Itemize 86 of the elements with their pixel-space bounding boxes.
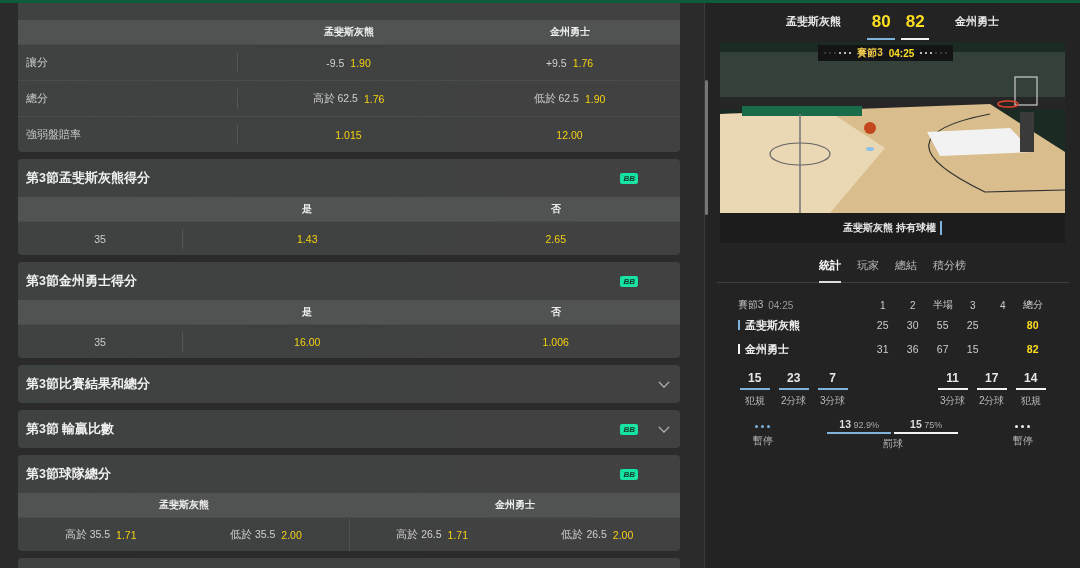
odds-cell[interactable]: 高於 62.5 1.76 bbox=[238, 81, 459, 116]
period-time: 04:25 bbox=[768, 299, 794, 311]
score-cell: 25 bbox=[966, 319, 979, 331]
stat-value: 23 bbox=[778, 371, 809, 390]
odds-cell[interactable]: -9.5 1.90 bbox=[238, 45, 459, 80]
stat-value: 7 bbox=[817, 371, 848, 390]
odds-cell[interactable]: 1.006 bbox=[431, 325, 680, 358]
stats-tab[interactable]: 玩家 bbox=[857, 255, 880, 283]
stat-label: 3分球 bbox=[939, 394, 966, 408]
odds-cell[interactable]: 2.65 bbox=[431, 222, 680, 255]
market-title[interactable]: 第3節比賽結果和總分 bbox=[26, 375, 150, 393]
column-header: 孟斐斯灰熊 bbox=[157, 498, 210, 512]
column-header: 半場 bbox=[931, 298, 954, 312]
stat-label: 犯規 bbox=[744, 394, 765, 408]
stat-label: 2分球 bbox=[780, 394, 807, 408]
stat-value: 15 bbox=[739, 371, 770, 390]
free-throw-stat: 13 92.9% bbox=[827, 418, 892, 434]
stat-label: 2分球 bbox=[978, 394, 1005, 408]
timeout-label: 暫停 bbox=[752, 434, 773, 448]
possession-text: 孟斐斯灰熊 持有球權 bbox=[843, 221, 937, 235]
odds-cell[interactable]: 1.015 bbox=[238, 117, 459, 152]
bet-builder-badge: BB bbox=[620, 275, 638, 287]
game-clock: 賽節3 04:25 bbox=[818, 45, 954, 61]
score-cell: 67 bbox=[936, 343, 949, 355]
score-cell: 25 bbox=[876, 319, 889, 331]
column-header: 金州勇士 bbox=[493, 498, 536, 512]
scrollbar[interactable] bbox=[705, 80, 708, 215]
odds-cell[interactable]: 低於 62.5 1.90 bbox=[459, 81, 680, 116]
odds-cell[interactable]: 低於 26.5 2.00 bbox=[514, 518, 680, 551]
team-score: 80 bbox=[867, 2, 896, 40]
stats-tab[interactable]: 積分榜 bbox=[933, 255, 967, 283]
column-header: 總分 bbox=[1021, 298, 1044, 312]
stat-label: 3分球 bbox=[819, 394, 846, 408]
row-label: 35 bbox=[94, 335, 106, 348]
row-label: 讓分 bbox=[26, 55, 48, 70]
score-cell: 36 bbox=[906, 343, 919, 355]
stat-label: 犯規 bbox=[1020, 394, 1041, 408]
row-label: 總分 bbox=[26, 91, 48, 106]
column-header: 3 bbox=[968, 299, 977, 311]
row-label: 35 bbox=[94, 232, 106, 245]
team-name: 孟斐斯灰熊 bbox=[744, 317, 800, 333]
team-name: 金州勇士 bbox=[955, 13, 1000, 29]
column-header: 4 bbox=[998, 299, 1007, 311]
score-cell: 80 bbox=[1026, 319, 1039, 331]
team-name: 金州勇士 bbox=[744, 341, 789, 357]
team-name: 孟斐斯灰熊 bbox=[786, 13, 842, 29]
score-cell: 15 bbox=[966, 343, 979, 355]
stat-value: 17 bbox=[976, 371, 1007, 390]
market-title[interactable]: 第3節球隊總分 bbox=[26, 465, 111, 483]
score-cell: 30 bbox=[906, 319, 919, 331]
odds-cell[interactable]: 12.00 bbox=[459, 117, 680, 152]
chevron-down-icon[interactable] bbox=[658, 380, 670, 388]
odds-cell[interactable]: 16.00 bbox=[183, 325, 432, 358]
row-label: 強弱盤賠率 bbox=[26, 127, 81, 142]
column-header: 2 bbox=[908, 299, 917, 311]
odds-cell[interactable]: +9.5 1.76 bbox=[459, 45, 680, 80]
column-header: 否 bbox=[549, 305, 562, 319]
market-title[interactable]: 第3節 輸贏比數 bbox=[26, 420, 115, 438]
market-title[interactable]: 第3節孟斐斯灰熊得分 bbox=[26, 169, 150, 187]
odds-cell[interactable]: 1.43 bbox=[183, 222, 432, 255]
score-cell: 82 bbox=[1026, 343, 1039, 355]
odds-cell[interactable]: 高於 26.5 1.71 bbox=[348, 518, 515, 551]
stat-value: 11 bbox=[937, 371, 968, 390]
bet-builder-badge: BB bbox=[620, 172, 638, 184]
free-throw-label: 罰球 bbox=[882, 437, 903, 451]
score-cell: 31 bbox=[876, 343, 889, 355]
score-cell: 55 bbox=[936, 319, 949, 331]
odds-cell[interactable]: 低於 35.5 2.00 bbox=[183, 518, 349, 551]
period-label: 賽節3 bbox=[737, 298, 764, 312]
column-header: 1 bbox=[878, 299, 887, 311]
column-header: 否 bbox=[549, 202, 562, 216]
stats-tab[interactable]: 總結 bbox=[895, 255, 918, 283]
column-header: 是 bbox=[301, 202, 314, 216]
column-header: 金州勇士 bbox=[548, 25, 591, 39]
bet-builder-badge: BB bbox=[620, 423, 638, 435]
odds-cell[interactable]: 高於 35.5 1.71 bbox=[18, 518, 184, 551]
column-header: 孟斐斯灰熊 bbox=[322, 25, 375, 39]
chevron-down-icon[interactable] bbox=[658, 425, 670, 433]
bet-builder-badge: BB bbox=[620, 468, 638, 480]
timeout-label: 暫停 bbox=[1012, 434, 1033, 448]
stats-tab[interactable]: 統計 bbox=[819, 255, 842, 283]
column-header: 是 bbox=[301, 305, 314, 319]
market-title[interactable]: 第3節金州勇士得分 bbox=[26, 272, 137, 290]
stat-value: 14 bbox=[1015, 371, 1046, 390]
team-score: 82 bbox=[901, 2, 930, 40]
free-throw-stat: 15 75% bbox=[894, 418, 959, 434]
